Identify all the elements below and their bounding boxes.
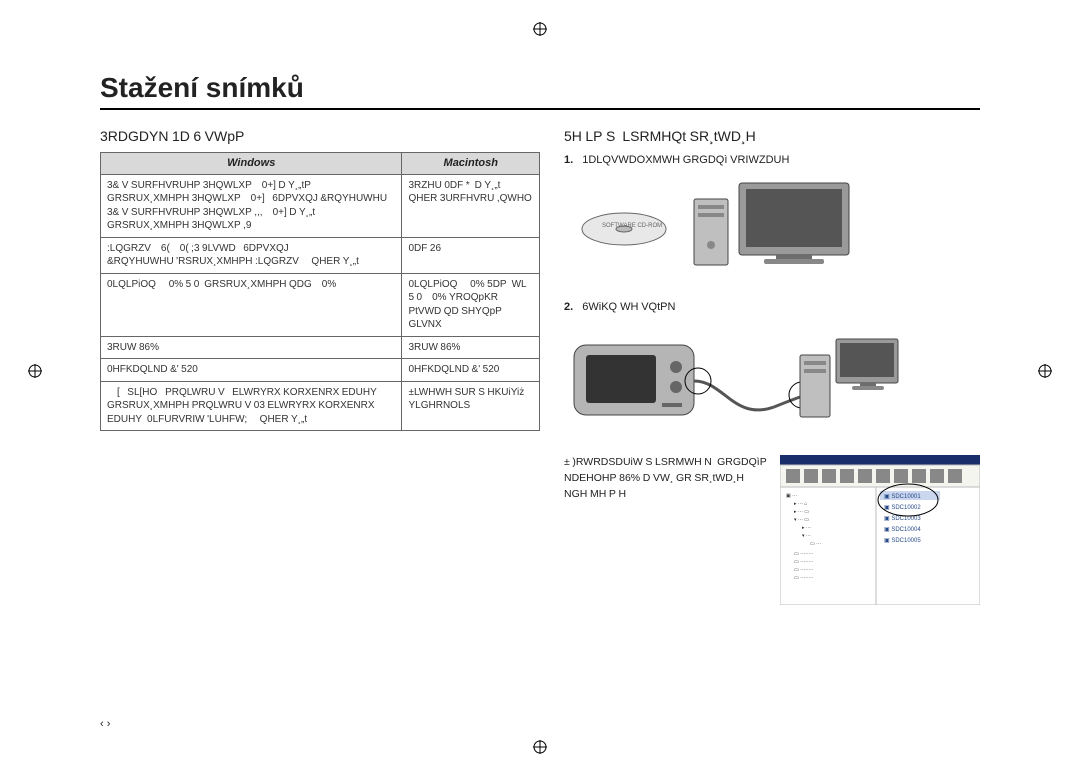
table-row: 3RUW 86% 3RUW 86%: [101, 336, 540, 359]
svg-text:▸ ··· ▭: ▸ ··· ▭: [794, 509, 809, 515]
svg-text:▭ ···: ▭ ···: [810, 541, 821, 547]
cell: :LQGRZV 6( 0( ;3 9LVWD 6DPVXQJ &RQYHUWHU…: [101, 237, 402, 273]
th-windows: Windows: [101, 153, 402, 175]
footnote-text: ± )RWRDSDUiW S LSRMWH N GRGDQìP NDEHOHP …: [564, 455, 770, 611]
svg-text:▣ SDC10002: ▣ SDC10002: [884, 505, 921, 511]
software-window-illustration: ▣ ··· ▸ ··· ⌂ ▸ ··· ▭ ▾ ··· ▭ ▸ ··· ▾ ··…: [780, 455, 980, 611]
cell: 3& V SURFHVRUHP 3HQWLXP 0+] D Y¸„tP GRSR…: [101, 174, 402, 237]
svg-text:▣ SDC10003: ▣ SDC10003: [884, 516, 921, 522]
step-text: 1DLQVWDOXMWH GRGDQì VRIWZDUH: [582, 154, 792, 166]
step-item: 2. 6WiKQ WH VQtPN: [564, 299, 980, 442]
cell: 3RZHU 0DF * D Y¸„t QHER 3URFHVRU ,QWHO: [402, 174, 540, 237]
download-pictures-illustration: [564, 321, 980, 441]
svg-text:▭ ········: ▭ ········: [794, 567, 814, 573]
cell: [ SL[HO PRQLWRU V ELWRYRX KORXENRX EDUHY…: [101, 381, 402, 431]
system-requirements-table: Windows Macintosh 3& V SURFHVRUHP 3HQWLX…: [100, 152, 540, 431]
table-row: :LQGRZV 6( 0( ;3 9LVWD 6DPVXQJ &RQYHUWHU…: [101, 237, 540, 273]
cell: ±LWHWH SUR S HKUiYiż YLGHRNOLS: [402, 381, 540, 431]
svg-text:▣ ···: ▣ ···: [786, 493, 797, 499]
svg-text:▭ ········: ▭ ········: [794, 551, 814, 557]
cell: 0HFKDQLND &' 520: [101, 359, 402, 382]
table-row: [ SL[HO PRQLWRU V ELWRYRX KORXENRX EDUHY…: [101, 381, 540, 431]
table-row: 3& V SURFHVRUHP 3HQWLXP 0+] D Y¸„tP GRSR…: [101, 174, 540, 237]
svg-text:▾ ··· ▭: ▾ ··· ▭: [794, 517, 809, 523]
svg-text:▣ SDC10001: ▣ SDC10001: [884, 494, 921, 500]
svg-text:▣ SDC10004: ▣ SDC10004: [884, 527, 921, 533]
right-section-heading: 5H LP S LSRMHQt SR¸tWD¸H: [564, 128, 980, 144]
cell: 0LQLPiOQ 0% 5 0 GRSRUX¸XMHPH QDG 0%: [101, 273, 402, 336]
page-number: ‹ ›: [100, 718, 110, 730]
step-item: 1. 1DLQVWDOXMWH GRGDQì VRIWZDUH: [564, 152, 980, 285]
svg-text:▾ ···: ▾ ···: [802, 533, 811, 539]
cell: 3RUW 86%: [101, 336, 402, 359]
svg-text:SOFTWARE CD-ROM: SOFTWARE CD-ROM: [602, 223, 662, 229]
cell: 0LQLPiOQ 0% 5DP WL 5 0 0% YROQpKR PtVWD …: [402, 273, 540, 336]
svg-text:▭ ········: ▭ ········: [794, 559, 814, 565]
page-title: Stažení snímků: [100, 72, 980, 110]
table-row: 0LQLPiOQ 0% 5 0 GRSRUX¸XMHPH QDG 0% 0LQL…: [101, 273, 540, 336]
svg-text:▭ ········: ▭ ········: [794, 575, 814, 581]
svg-text:▣ SDC10005: ▣ SDC10005: [884, 538, 921, 544]
install-software-illustration: SOFTWARE CD-ROM: [564, 175, 980, 285]
th-macintosh: Macintosh: [402, 153, 540, 175]
cell: 0DF 26: [402, 237, 540, 273]
step-text: 6WiKQ WH VQtPN: [582, 301, 678, 313]
cell: 0HFKDQLND &' 520: [402, 359, 540, 382]
step-number: 1.: [564, 154, 573, 166]
svg-text:▸ ··· ⌂: ▸ ··· ⌂: [794, 501, 807, 507]
step-number: 2.: [564, 301, 573, 313]
svg-text:▸ ···: ▸ ···: [802, 525, 811, 531]
left-section-heading: 3RDGDYN 1D 6 VWpP: [100, 128, 540, 144]
cell: 3RUW 86%: [402, 336, 540, 359]
table-row: 0HFKDQLND &' 520 0HFKDQLND &' 520: [101, 359, 540, 382]
